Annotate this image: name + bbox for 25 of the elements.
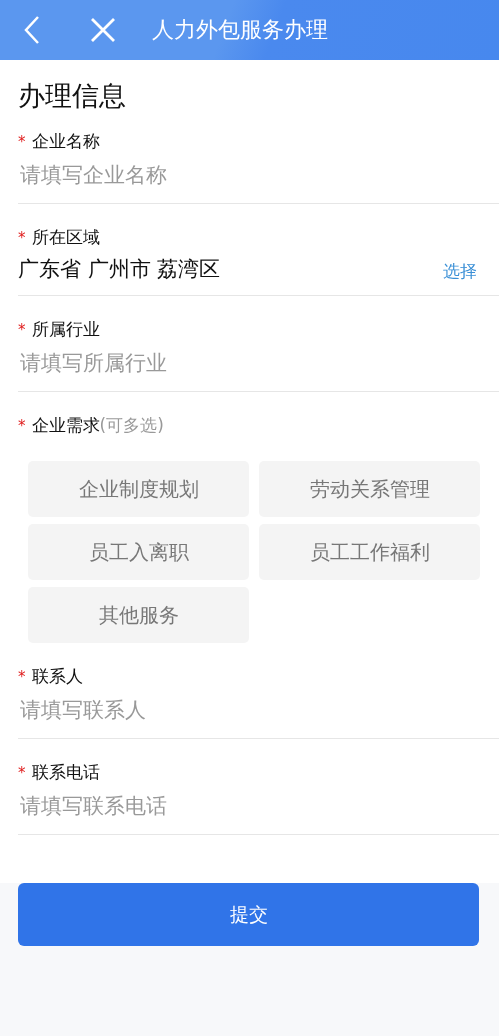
field-value: 广东省 广州市 荔湾区 [18, 256, 221, 283]
option-button[interactable]: 企业制度规划 [28, 461, 249, 517]
submit-button[interactable]: 提交 [18, 883, 479, 946]
required-asterisk: * [18, 132, 26, 151]
back-icon[interactable] [22, 15, 42, 45]
required-asterisk: * [18, 416, 26, 435]
required-asterisk: * [18, 667, 26, 686]
section-title: 办理信息 [18, 79, 126, 113]
field-label: 所在区域 [31, 226, 100, 249]
option-button[interactable]: 员工入离职 [28, 524, 249, 580]
close-icon[interactable] [90, 17, 116, 43]
required-asterisk: * [18, 228, 26, 247]
option-button[interactable]: 其他服务 [28, 587, 249, 643]
field-label: 企业名称 [31, 130, 100, 153]
required-asterisk: * [18, 320, 26, 339]
field-label: 联系电话 [31, 761, 100, 784]
page-title: 人力外包服务办理 [152, 16, 328, 44]
field-label: 企业需求 [31, 414, 100, 437]
field-hint: (可多选) [99, 414, 164, 437]
field-label: 联系人 [31, 665, 83, 688]
option-button[interactable]: 劳动关系管理 [259, 461, 480, 517]
select-link[interactable]: 选择 [443, 260, 477, 283]
field-label: 所属行业 [31, 318, 100, 341]
required-asterisk: * [18, 763, 26, 782]
option-button[interactable]: 员工工作福利 [259, 524, 480, 580]
